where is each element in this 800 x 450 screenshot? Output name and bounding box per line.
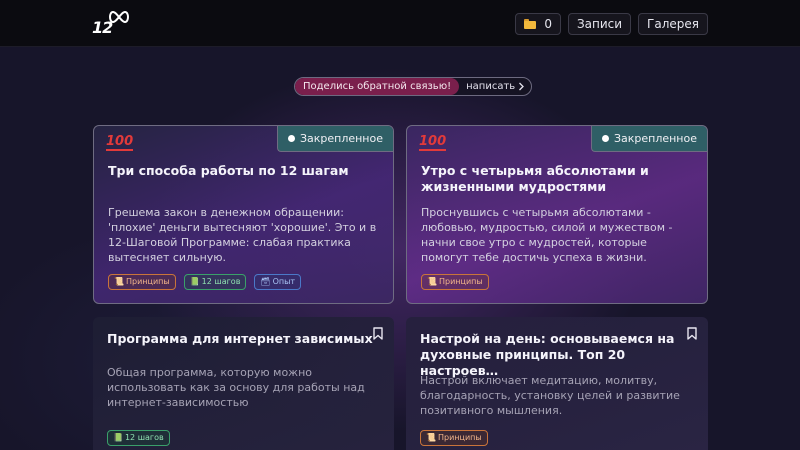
feedback-banner: Поделись обратной связью! написать	[294, 77, 533, 96]
scroll-icon: 📜	[114, 277, 124, 286]
tag-12-steps[interactable]: 📗 12 шагов	[183, 274, 247, 290]
tag-label: Принципы	[125, 277, 170, 286]
green-book-icon: 📗	[113, 433, 123, 442]
folder-count: 0	[544, 17, 552, 31]
hundred-points-icon: 100	[106, 134, 134, 151]
card-description: Проснувшись с четырьмя абсолютами - любо…	[421, 206, 673, 264]
scroll-icon: 📜	[426, 433, 436, 442]
scroll-icon: 📜	[427, 277, 437, 286]
feedback-write-link[interactable]: написать	[459, 78, 531, 95]
tag-12-steps[interactable]: 📗 12 шагов	[107, 430, 170, 446]
card-tags: 📜 Принципы 📗 12 шагов 🗃 Опыт	[108, 274, 302, 290]
folder-button[interactable]: 0	[515, 13, 561, 35]
card-tags: 📜 Принципы	[420, 430, 488, 446]
pinned-label: Закрепленное	[299, 132, 383, 145]
top-navigation-bar: 12 0 Записи Галерея	[0, 0, 800, 47]
card-box-icon: 🗃	[260, 277, 271, 286]
entries-button[interactable]: Записи	[567, 13, 632, 35]
header-nav: 0 Записи Галерея	[515, 13, 708, 35]
card-title[interactable]: Программа для интернет зависимых	[107, 331, 377, 347]
green-book-icon: 📗	[189, 277, 200, 286]
card-description: Общая программа, которую можно использов…	[107, 366, 365, 409]
logo[interactable]: 12	[92, 10, 132, 37]
hundred-points-icon: 100	[419, 134, 447, 151]
pinned-badge: Закрепленное	[590, 126, 707, 152]
card-title[interactable]: Утро с четырьмя абсолютами и жизненными …	[421, 163, 691, 195]
tag-label: Принципы	[437, 433, 482, 442]
post-card[interactable]: 100 Закрепленное Три способа работы по 1…	[93, 125, 394, 304]
tag-label: 12 шагов	[201, 277, 241, 286]
chevron-right-icon	[519, 82, 525, 91]
gallery-button[interactable]: Галерея	[638, 13, 708, 35]
feedback-label: Поделись обратной связью!	[295, 78, 460, 95]
tag-experience[interactable]: 🗃 Опыт	[254, 274, 302, 290]
post-card[interactable]: Настрой на день: основываемся на духовны…	[406, 317, 708, 450]
tag-principles[interactable]: 📜 Принципы	[420, 430, 488, 446]
pinned-badge: Закрепленное	[276, 126, 393, 152]
tag-principles[interactable]: 📜 Принципы	[421, 274, 489, 290]
bookmark-icon[interactable]	[687, 327, 697, 340]
post-card[interactable]: 100 Закрепленное Утро с четырьмя абсолют…	[406, 125, 708, 304]
card-tags: 📗 12 шагов	[107, 430, 170, 446]
tag-principles[interactable]: 📜 Принципы	[108, 274, 176, 290]
tag-label: Принципы	[438, 277, 483, 286]
card-description: Грешема закон в денежном обращении: 'пло…	[108, 206, 377, 264]
pinned-label: Закрепленное	[613, 132, 697, 145]
tag-label: 12 шагов	[124, 433, 164, 442]
card-tags: 📜 Принципы	[421, 274, 489, 290]
folder-icon	[524, 19, 537, 29]
post-card[interactable]: Программа для интернет зависимых Общая п…	[93, 317, 394, 450]
tag-label: Опыт	[272, 277, 296, 286]
pin-dot-icon	[287, 135, 295, 142]
pin-dot-icon	[601, 135, 609, 142]
card-description: Настрой включает медитацию, молитву, бла…	[420, 374, 680, 417]
feedback-write-label: написать	[466, 81, 516, 92]
card-title[interactable]: Настрой на день: основываемся на духовны…	[420, 331, 685, 379]
infinity-icon	[109, 10, 129, 24]
card-title[interactable]: Три способа работы по 12 шагам	[108, 163, 378, 179]
